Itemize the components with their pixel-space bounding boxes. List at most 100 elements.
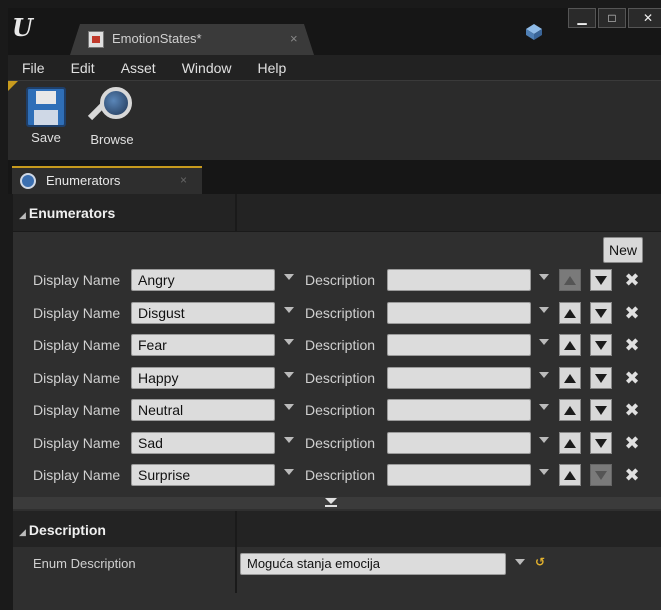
description-field[interactable] — [387, 301, 531, 324]
description-field[interactable] — [387, 334, 531, 356]
reset-to-default-icon[interactable]: ↺ — [535, 555, 545, 569]
remove-enumerator-icon[interactable]: ✖ — [623, 302, 641, 324]
enum-description-dropdown-icon[interactable] — [515, 559, 525, 565]
new-enumerator-button[interactable]: New — [603, 237, 643, 263]
enum-description-label: Enum Description — [33, 556, 136, 571]
display-name-label: Display Name — [33, 369, 121, 386]
browse-button[interactable]: Browse — [82, 87, 142, 147]
display-name-field[interactable]: Surprise — [131, 464, 275, 486]
display-name-dropdown-icon[interactable] — [284, 371, 294, 378]
description-label: Description — [305, 434, 376, 451]
move-up-button[interactable] — [559, 399, 581, 421]
display-name-label: Display Name — [33, 337, 121, 353]
description-section-title: Description — [28, 522, 106, 538]
save-button[interactable]: Save — [20, 87, 72, 145]
description-label: Description — [305, 272, 376, 288]
expand-bar[interactable] — [13, 497, 661, 509]
description-dropdown-icon[interactable] — [539, 339, 549, 345]
tab-close-icon[interactable]: × — [180, 173, 187, 187]
menu-window[interactable]: Window — [168, 60, 244, 76]
description-field[interactable] — [387, 366, 531, 389]
move-up-button[interactable] — [559, 334, 581, 356]
description-field[interactable] — [387, 399, 531, 421]
enumerators-section-header[interactable]: ◢ Enumerators — [13, 194, 661, 232]
enum-description-field[interactable]: Moguća stanja emocija — [240, 553, 506, 575]
save-icon — [26, 87, 66, 127]
enumerator-row: Display Name Surprise Description ✖ — [13, 462, 661, 490]
description-field[interactable] — [387, 431, 531, 454]
display-name-dropdown-icon[interactable] — [284, 436, 294, 443]
move-up-button[interactable] — [559, 431, 581, 454]
menu-file[interactable]: File — [8, 60, 57, 76]
arrow-up-icon — [564, 276, 576, 285]
display-name-dropdown-icon[interactable] — [284, 404, 294, 410]
description-dropdown-icon[interactable] — [539, 371, 549, 378]
description-dropdown-icon[interactable] — [539, 274, 549, 280]
move-up-button[interactable] — [559, 301, 581, 324]
menu-asset[interactable]: Asset — [107, 60, 168, 76]
remove-enumerator-icon[interactable]: ✖ — [623, 464, 641, 486]
move-down-button[interactable] — [590, 334, 612, 356]
description-dropdown-icon[interactable] — [539, 306, 549, 313]
collapse-arrow-icon: ◢ — [19, 210, 26, 220]
description-field[interactable] — [387, 269, 531, 291]
arrow-up-icon — [564, 406, 576, 415]
enum-asset-icon — [88, 31, 104, 48]
details-panel: ◢ Enumerators New Display Name Angry Descri… — [13, 194, 661, 610]
move-down-button[interactable] — [590, 464, 612, 486]
description-dropdown-icon[interactable] — [539, 469, 549, 475]
remove-enumerator-icon[interactable]: ✖ — [623, 399, 641, 421]
arrow-up-icon — [564, 373, 576, 383]
description-section-header[interactable]: ◢ Description — [13, 511, 661, 549]
close-window-button[interactable]: ✕ — [628, 8, 661, 28]
document-tab-close-icon[interactable]: × — [290, 31, 298, 46]
display-name-field[interactable]: Sad — [131, 431, 275, 454]
tab-enumerators-label: Enumerators — [46, 173, 121, 188]
column-divider[interactable] — [235, 194, 237, 231]
move-up-button[interactable] — [559, 269, 581, 291]
description-dropdown-icon[interactable] — [539, 436, 549, 443]
move-down-button[interactable] — [590, 269, 612, 291]
browse-label: Browse — [90, 132, 134, 147]
move-up-button[interactable] — [559, 366, 581, 389]
move-down-button[interactable] — [590, 399, 612, 421]
remove-enumerator-icon[interactable]: ✖ — [623, 432, 641, 454]
move-down-button[interactable] — [590, 431, 612, 454]
column-divider[interactable] — [235, 511, 237, 548]
column-divider[interactable] — [235, 547, 237, 593]
enumerator-row: Display Name Fear Description ✖ — [13, 332, 661, 360]
remove-enumerator-icon[interactable]: ✖ — [623, 269, 641, 291]
menu-edit[interactable]: Edit — [57, 60, 107, 76]
display-name-dropdown-icon[interactable] — [284, 274, 294, 280]
source-control-icon[interactable] — [524, 22, 544, 42]
expand-line — [325, 505, 337, 507]
display-name-dropdown-icon[interactable] — [284, 306, 294, 313]
menu-help[interactable]: Help — [244, 60, 299, 76]
remove-enumerator-icon[interactable]: ✖ — [623, 334, 641, 356]
display-name-field[interactable]: Neutral — [131, 399, 275, 421]
display-name-dropdown-icon[interactable] — [284, 339, 294, 345]
display-name-dropdown-icon[interactable] — [284, 469, 294, 475]
enumerator-row: Display Name Sad Description ✖ — [13, 430, 661, 458]
tab-enumerators[interactable]: Enumerators × — [12, 166, 202, 194]
display-name-field[interactable]: Fear — [131, 334, 275, 356]
arrow-down-icon — [595, 438, 607, 448]
move-up-button[interactable] — [559, 464, 581, 486]
unreal-logo-icon: U — [12, 13, 33, 42]
arrow-up-icon — [564, 341, 576, 350]
title-bar: U EmotionStates* × ▁ □ ✕ — [8, 8, 661, 55]
display-name-field[interactable]: Disgust — [131, 301, 275, 324]
move-down-button[interactable] — [590, 366, 612, 389]
enumerator-row: Display Name Neutral Description ✖ — [13, 397, 661, 425]
description-dropdown-icon[interactable] — [539, 404, 549, 410]
document-tab[interactable]: EmotionStates* × — [70, 24, 314, 55]
description-field[interactable] — [387, 464, 531, 486]
move-down-button[interactable] — [590, 301, 612, 324]
remove-enumerator-icon[interactable]: ✖ — [623, 367, 641, 389]
minimize-button[interactable]: ▁ — [568, 8, 596, 28]
enumerator-row: Display Name Angry Description ✖ — [13, 267, 661, 295]
arrow-up-icon — [564, 471, 576, 480]
display-name-field[interactable]: Happy — [131, 366, 275, 389]
maximize-button[interactable]: □ — [598, 8, 626, 28]
display-name-field[interactable]: Angry — [131, 269, 275, 291]
